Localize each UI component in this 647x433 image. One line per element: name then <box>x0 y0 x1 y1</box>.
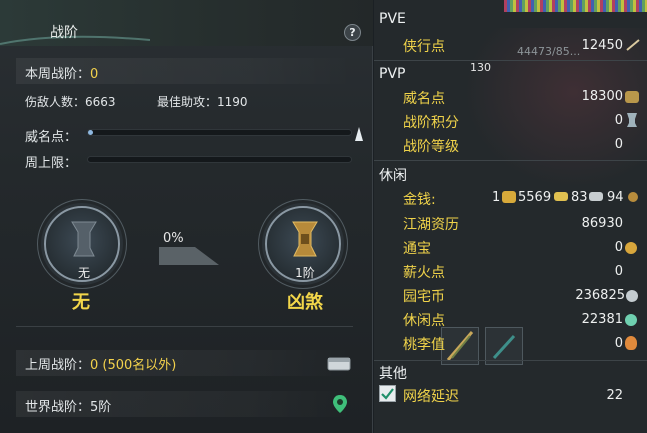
location-pin-icon[interactable] <box>332 394 348 414</box>
world-rank-label: 世界战阶： <box>25 400 91 415</box>
gold-cup-icon <box>292 221 318 257</box>
money-value-3: 83 <box>571 190 588 205</box>
check-icon <box>381 388 394 400</box>
leisure-item-value-2: 0 <box>614 240 623 255</box>
money-value-2: 5569 <box>518 190 552 205</box>
currency-panel: PVE 侠行点 44473/85... 12450 PVP 130 威名点 18… <box>374 0 647 433</box>
current-tier-name: 无 <box>72 292 90 313</box>
leisure-item-value-1: 86930 <box>581 216 623 231</box>
progress-arrow-icon <box>159 247 219 265</box>
current-tier-small: 无 <box>77 266 90 280</box>
next-tier-medal: 1阶 <box>265 206 341 282</box>
pvp-item-label-2: 战阶积分 <box>403 115 459 131</box>
damage-count-row: 伤敌人数：6663 <box>25 93 116 110</box>
reputation-progress-bar <box>87 129 352 136</box>
damage-count-label: 伤敌人数： <box>25 95 86 109</box>
leisure-section: 休闲 金钱: 1 5569 83 94 江湖资历 86930 通宝 0 薪火点 … <box>374 160 647 365</box>
rank-panel: 战阶 ? 本周战阶：0 伤敌人数：6663 最佳助攻：1190 威名点： 周上限… <box>0 0 373 433</box>
gold-coin-icon <box>554 192 568 201</box>
pve-item-label: 侠行点 <box>403 39 445 55</box>
reputation-progress-fill <box>88 130 94 135</box>
pvp-item-value-1: 18300 <box>581 89 623 104</box>
next-tier-small: 1阶 <box>295 266 315 280</box>
next-tier-name: 凶煞 <box>287 292 323 313</box>
pvp-badge: 130 <box>470 61 491 74</box>
cup-icon <box>627 113 637 127</box>
pvp-section: PVP 130 威名点 18300 战阶积分 0 战阶等级 0 <box>374 60 647 160</box>
chest-icon[interactable] <box>327 355 351 371</box>
divider <box>16 326 353 327</box>
pvp-item-value-3: 0 <box>614 137 623 152</box>
last-week-row: 上周战阶：0 (500名以外) <box>25 354 176 373</box>
panel-title: 战阶 <box>50 25 78 41</box>
pvp-item-label-1: 威名点 <box>403 91 445 107</box>
reputation-icon <box>625 91 639 103</box>
blade-icon <box>446 331 474 361</box>
weekly-cap-label: 周上限： <box>25 156 78 171</box>
top-color-strip <box>504 0 647 12</box>
leisure-item-value-3: 0 <box>614 264 623 279</box>
estate-coin-icon <box>626 290 638 302</box>
staff-icon <box>492 334 516 360</box>
pvp-item-value-2: 0 <box>614 113 623 128</box>
last-week-label: 上周战阶： <box>25 358 91 373</box>
pvp-header: PVP <box>379 66 406 82</box>
leisure-item-label-3: 薪火点 <box>403 265 445 281</box>
weekly-rank-label: 本周战阶： <box>25 67 91 82</box>
gold-ingot-icon <box>502 191 516 203</box>
leisure-item-value-4: 236825 <box>575 288 625 303</box>
latency-label: 网络延迟 <box>403 389 459 405</box>
copper-coin-icon <box>628 192 638 202</box>
best-assist-value: 1190 <box>217 95 248 109</box>
pve-item-value: 12450 <box>581 38 623 53</box>
pve-overlay-text: 44473/85... <box>517 45 581 58</box>
leisure-item-label-5: 休闲点 <box>403 313 445 329</box>
money-value-4: 94 <box>607 190 624 205</box>
money-value-1: 1 <box>492 190 501 205</box>
latency-value: 22 <box>606 388 623 403</box>
current-tier-medal: 无 <box>44 206 120 282</box>
latency-checkbox[interactable] <box>379 385 396 402</box>
leisure-item-label-1: 江湖资历 <box>403 217 459 233</box>
pvp-item-label-3: 战阶等级 <box>403 139 459 155</box>
tongbao-coin-icon <box>625 242 637 254</box>
leisure-point-icon <box>625 314 637 326</box>
leisure-header: 休闲 <box>379 168 407 184</box>
sword-icon <box>626 39 640 51</box>
leisure-item-value-6: 0 <box>614 336 623 351</box>
other-header: 其他 <box>379 366 407 382</box>
peach-icon <box>625 336 637 350</box>
help-icon[interactable]: ? <box>344 24 361 41</box>
pve-header: PVE <box>379 11 406 27</box>
reputation-label: 威名点： <box>25 130 78 145</box>
weekly-rank-row: 本周战阶：0 <box>25 63 98 82</box>
panel-header: 战阶 ? <box>0 0 373 46</box>
leisure-item-label-6: 桃李值 <box>403 337 445 353</box>
cap-marker-icon <box>355 127 363 141</box>
empty-cup-icon <box>71 221 97 257</box>
world-rank-row: 世界战阶：5阶 <box>25 396 111 415</box>
leisure-item-label-4: 园宅币 <box>403 289 445 305</box>
money-label: 金钱: <box>403 192 436 208</box>
leisure-item-value-5: 22381 <box>581 312 623 327</box>
best-assist-row: 最佳助攻：1190 <box>157 93 248 110</box>
last-week-value: 0 (500名以外) <box>90 358 177 373</box>
silver-coin-icon <box>589 192 603 201</box>
weekly-cap-bar <box>87 156 352 163</box>
leisure-item-label-2: 通宝 <box>403 241 431 257</box>
world-rank-value: 5阶 <box>90 400 112 415</box>
weekly-rank-value: 0 <box>90 67 99 82</box>
best-assist-label: 最佳助攻： <box>157 95 218 109</box>
damage-count-value: 6663 <box>85 95 116 109</box>
